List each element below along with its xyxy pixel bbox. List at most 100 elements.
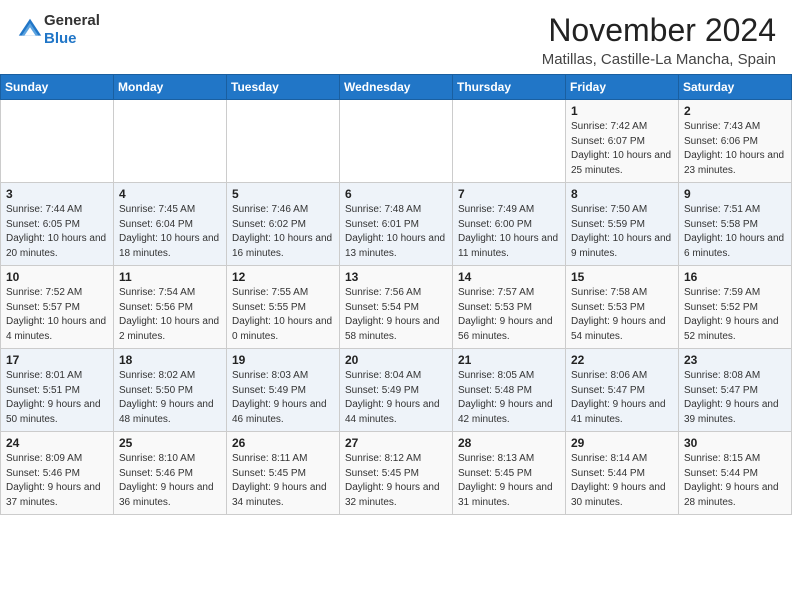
day-info: Sunrise: 8:10 AM Sunset: 5:46 PM Dayligh… [119, 452, 221, 510]
day-cell: 9 Sunrise: 7:51 AM Sunset: 5:58 PM Daylig… [679, 183, 792, 266]
day-number: 9 [684, 187, 786, 201]
day-cell: 23 Sunrise: 8:08 AM Sunset: 5:47 PM Dayli… [679, 349, 792, 432]
day-cell: 5 Sunrise: 7:46 AM Sunset: 6:02 PM Daylig… [227, 183, 340, 266]
weekday-header-monday: Monday [114, 75, 227, 100]
day-cell [1, 100, 114, 183]
day-info: Sunrise: 8:14 AM Sunset: 5:44 PM Dayligh… [571, 452, 673, 510]
day-number: 4 [119, 187, 221, 201]
day-info: Sunrise: 8:12 AM Sunset: 5:45 PM Dayligh… [345, 452, 447, 510]
day-cell: 25 Sunrise: 8:10 AM Sunset: 5:46 PM Dayli… [114, 432, 227, 515]
day-info: Sunrise: 7:42 AM Sunset: 6:07 PM Dayligh… [571, 120, 673, 178]
day-cell: 29 Sunrise: 8:14 AM Sunset: 5:44 PM Dayli… [566, 432, 679, 515]
day-number: 21 [458, 353, 560, 367]
day-info: Sunrise: 7:58 AM Sunset: 5:53 PM Dayligh… [571, 286, 673, 344]
day-info: Sunrise: 8:15 AM Sunset: 5:44 PM Dayligh… [684, 452, 786, 510]
weekday-header-saturday: Saturday [679, 75, 792, 100]
week-row-3: 10Sunrise: 7:52 AM Sunset: 5:57 PM Dayli… [1, 266, 792, 349]
day-cell: 10Sunrise: 7:52 AM Sunset: 5:57 PM Dayli… [1, 266, 114, 349]
day-info: Sunrise: 7:51 AM Sunset: 5:58 PM Dayligh… [684, 203, 786, 261]
day-info: Sunrise: 8:13 AM Sunset: 5:45 PM Dayligh… [458, 452, 560, 510]
day-info: Sunrise: 8:02 AM Sunset: 5:50 PM Dayligh… [119, 369, 221, 427]
day-cell: 28 Sunrise: 8:13 AM Sunset: 5:45 PM Dayli… [453, 432, 566, 515]
day-cell: 8 Sunrise: 7:50 AM Sunset: 5:59 PM Daylig… [566, 183, 679, 266]
day-info: Sunrise: 8:11 AM Sunset: 5:45 PM Dayligh… [232, 452, 334, 510]
day-number: 13 [345, 270, 447, 284]
day-number: 17 [6, 353, 108, 367]
day-cell: 7 Sunrise: 7:49 AM Sunset: 6:00 PM Daylig… [453, 183, 566, 266]
day-number: 3 [6, 187, 108, 201]
day-number: 5 [232, 187, 334, 201]
day-info: Sunrise: 7:44 AM Sunset: 6:05 PM Dayligh… [6, 203, 108, 261]
day-cell: 27 Sunrise: 8:12 AM Sunset: 5:45 PM Dayli… [340, 432, 453, 515]
weekday-header-sunday: Sunday [1, 75, 114, 100]
logo: General Blue [16, 12, 100, 48]
day-cell: 6 Sunrise: 7:48 AM Sunset: 6:01 PM Daylig… [340, 183, 453, 266]
day-info: Sunrise: 8:01 AM Sunset: 5:51 PM Dayligh… [6, 369, 108, 427]
title-block: November 2024 Matillas, Castille-La Manc… [542, 12, 776, 68]
day-number: 7 [458, 187, 560, 201]
weekday-header-thursday: Thursday [453, 75, 566, 100]
week-row-1: 1 Sunrise: 7:42 AM Sunset: 6:07 PM Daylig… [1, 100, 792, 183]
weekday-header-wednesday: Wednesday [340, 75, 453, 100]
day-number: 30 [684, 436, 786, 450]
day-cell [453, 100, 566, 183]
day-cell: 17 Sunrise: 8:01 AM Sunset: 5:51 PM Dayli… [1, 349, 114, 432]
day-number: 18 [119, 353, 221, 367]
day-number: 29 [571, 436, 673, 450]
day-cell: 1 Sunrise: 7:42 AM Sunset: 6:07 PM Daylig… [566, 100, 679, 183]
day-number: 2 [684, 104, 786, 118]
day-number: 27 [345, 436, 447, 450]
day-cell: 11Sunrise: 7:54 AM Sunset: 5:56 PM Dayli… [114, 266, 227, 349]
logo-blue: Blue [44, 30, 77, 47]
day-info: Sunrise: 8:09 AM Sunset: 5:46 PM Dayligh… [6, 452, 108, 510]
weekday-header-friday: Friday [566, 75, 679, 100]
day-number: 16 [684, 270, 786, 284]
day-cell: 14Sunrise: 7:57 AM Sunset: 5:53 PM Dayli… [453, 266, 566, 349]
logo-icon [16, 16, 44, 44]
day-number: 8 [571, 187, 673, 201]
day-cell [340, 100, 453, 183]
day-info: Sunrise: 7:48 AM Sunset: 6:01 PM Dayligh… [345, 203, 447, 261]
day-info: Sunrise: 8:03 AM Sunset: 5:49 PM Dayligh… [232, 369, 334, 427]
day-cell: 22Sunrise: 8:06 AM Sunset: 5:47 PM Dayli… [566, 349, 679, 432]
day-cell: 26 Sunrise: 8:11 AM Sunset: 5:45 PM Dayli… [227, 432, 340, 515]
day-number: 20 [345, 353, 447, 367]
day-cell: 13 Sunrise: 7:56 AM Sunset: 5:54 PM Dayli… [340, 266, 453, 349]
day-info: Sunrise: 8:06 AM Sunset: 5:47 PM Dayligh… [571, 369, 673, 427]
weekday-header-tuesday: Tuesday [227, 75, 340, 100]
day-cell: 2 Sunrise: 7:43 AM Sunset: 6:06 PM Daylig… [679, 100, 792, 183]
day-info: Sunrise: 7:57 AM Sunset: 5:53 PM Dayligh… [458, 286, 560, 344]
day-info: Sunrise: 7:50 AM Sunset: 5:59 PM Dayligh… [571, 203, 673, 261]
day-info: Sunrise: 8:04 AM Sunset: 5:49 PM Dayligh… [345, 369, 447, 427]
week-row-4: 17 Sunrise: 8:01 AM Sunset: 5:51 PM Dayli… [1, 349, 792, 432]
day-number: 24 [6, 436, 108, 450]
day-info: Sunrise: 7:56 AM Sunset: 5:54 PM Dayligh… [345, 286, 447, 344]
week-row-5: 24 Sunrise: 8:09 AM Sunset: 5:46 PM Dayli… [1, 432, 792, 515]
day-info: Sunrise: 8:05 AM Sunset: 5:48 PM Dayligh… [458, 369, 560, 427]
day-cell: 15Sunrise: 7:58 AM Sunset: 5:53 PM Dayli… [566, 266, 679, 349]
day-cell: 16 Sunrise: 7:59 AM Sunset: 5:52 PM Dayli… [679, 266, 792, 349]
day-number: 26 [232, 436, 334, 450]
header: General Blue November 2024 Matillas, Cas… [0, 0, 792, 74]
day-number: 1 [571, 104, 673, 118]
day-number: 6 [345, 187, 447, 201]
day-number: 12 [232, 270, 334, 284]
month-title: November 2024 [542, 12, 776, 49]
day-info: Sunrise: 7:59 AM Sunset: 5:52 PM Dayligh… [684, 286, 786, 344]
logo-general: General [44, 12, 100, 29]
day-info: Sunrise: 7:43 AM Sunset: 6:06 PM Dayligh… [684, 120, 786, 178]
day-cell: 3 Sunrise: 7:44 AM Sunset: 6:05 PM Daylig… [1, 183, 114, 266]
day-info: Sunrise: 7:49 AM Sunset: 6:00 PM Dayligh… [458, 203, 560, 261]
day-number: 28 [458, 436, 560, 450]
day-cell [227, 100, 340, 183]
day-number: 19 [232, 353, 334, 367]
day-cell: 19 Sunrise: 8:03 AM Sunset: 5:49 PM Dayli… [227, 349, 340, 432]
day-info: Sunrise: 7:54 AM Sunset: 5:56 PM Dayligh… [119, 286, 221, 344]
day-info: Sunrise: 8:08 AM Sunset: 5:47 PM Dayligh… [684, 369, 786, 427]
day-cell: 20 Sunrise: 8:04 AM Sunset: 5:49 PM Dayli… [340, 349, 453, 432]
location: Matillas, Castille-La Mancha, Spain [542, 51, 776, 68]
day-number: 23 [684, 353, 786, 367]
day-number: 25 [119, 436, 221, 450]
day-info: Sunrise: 7:46 AM Sunset: 6:02 PM Dayligh… [232, 203, 334, 261]
day-cell: 18 Sunrise: 8:02 AM Sunset: 5:50 PM Dayli… [114, 349, 227, 432]
